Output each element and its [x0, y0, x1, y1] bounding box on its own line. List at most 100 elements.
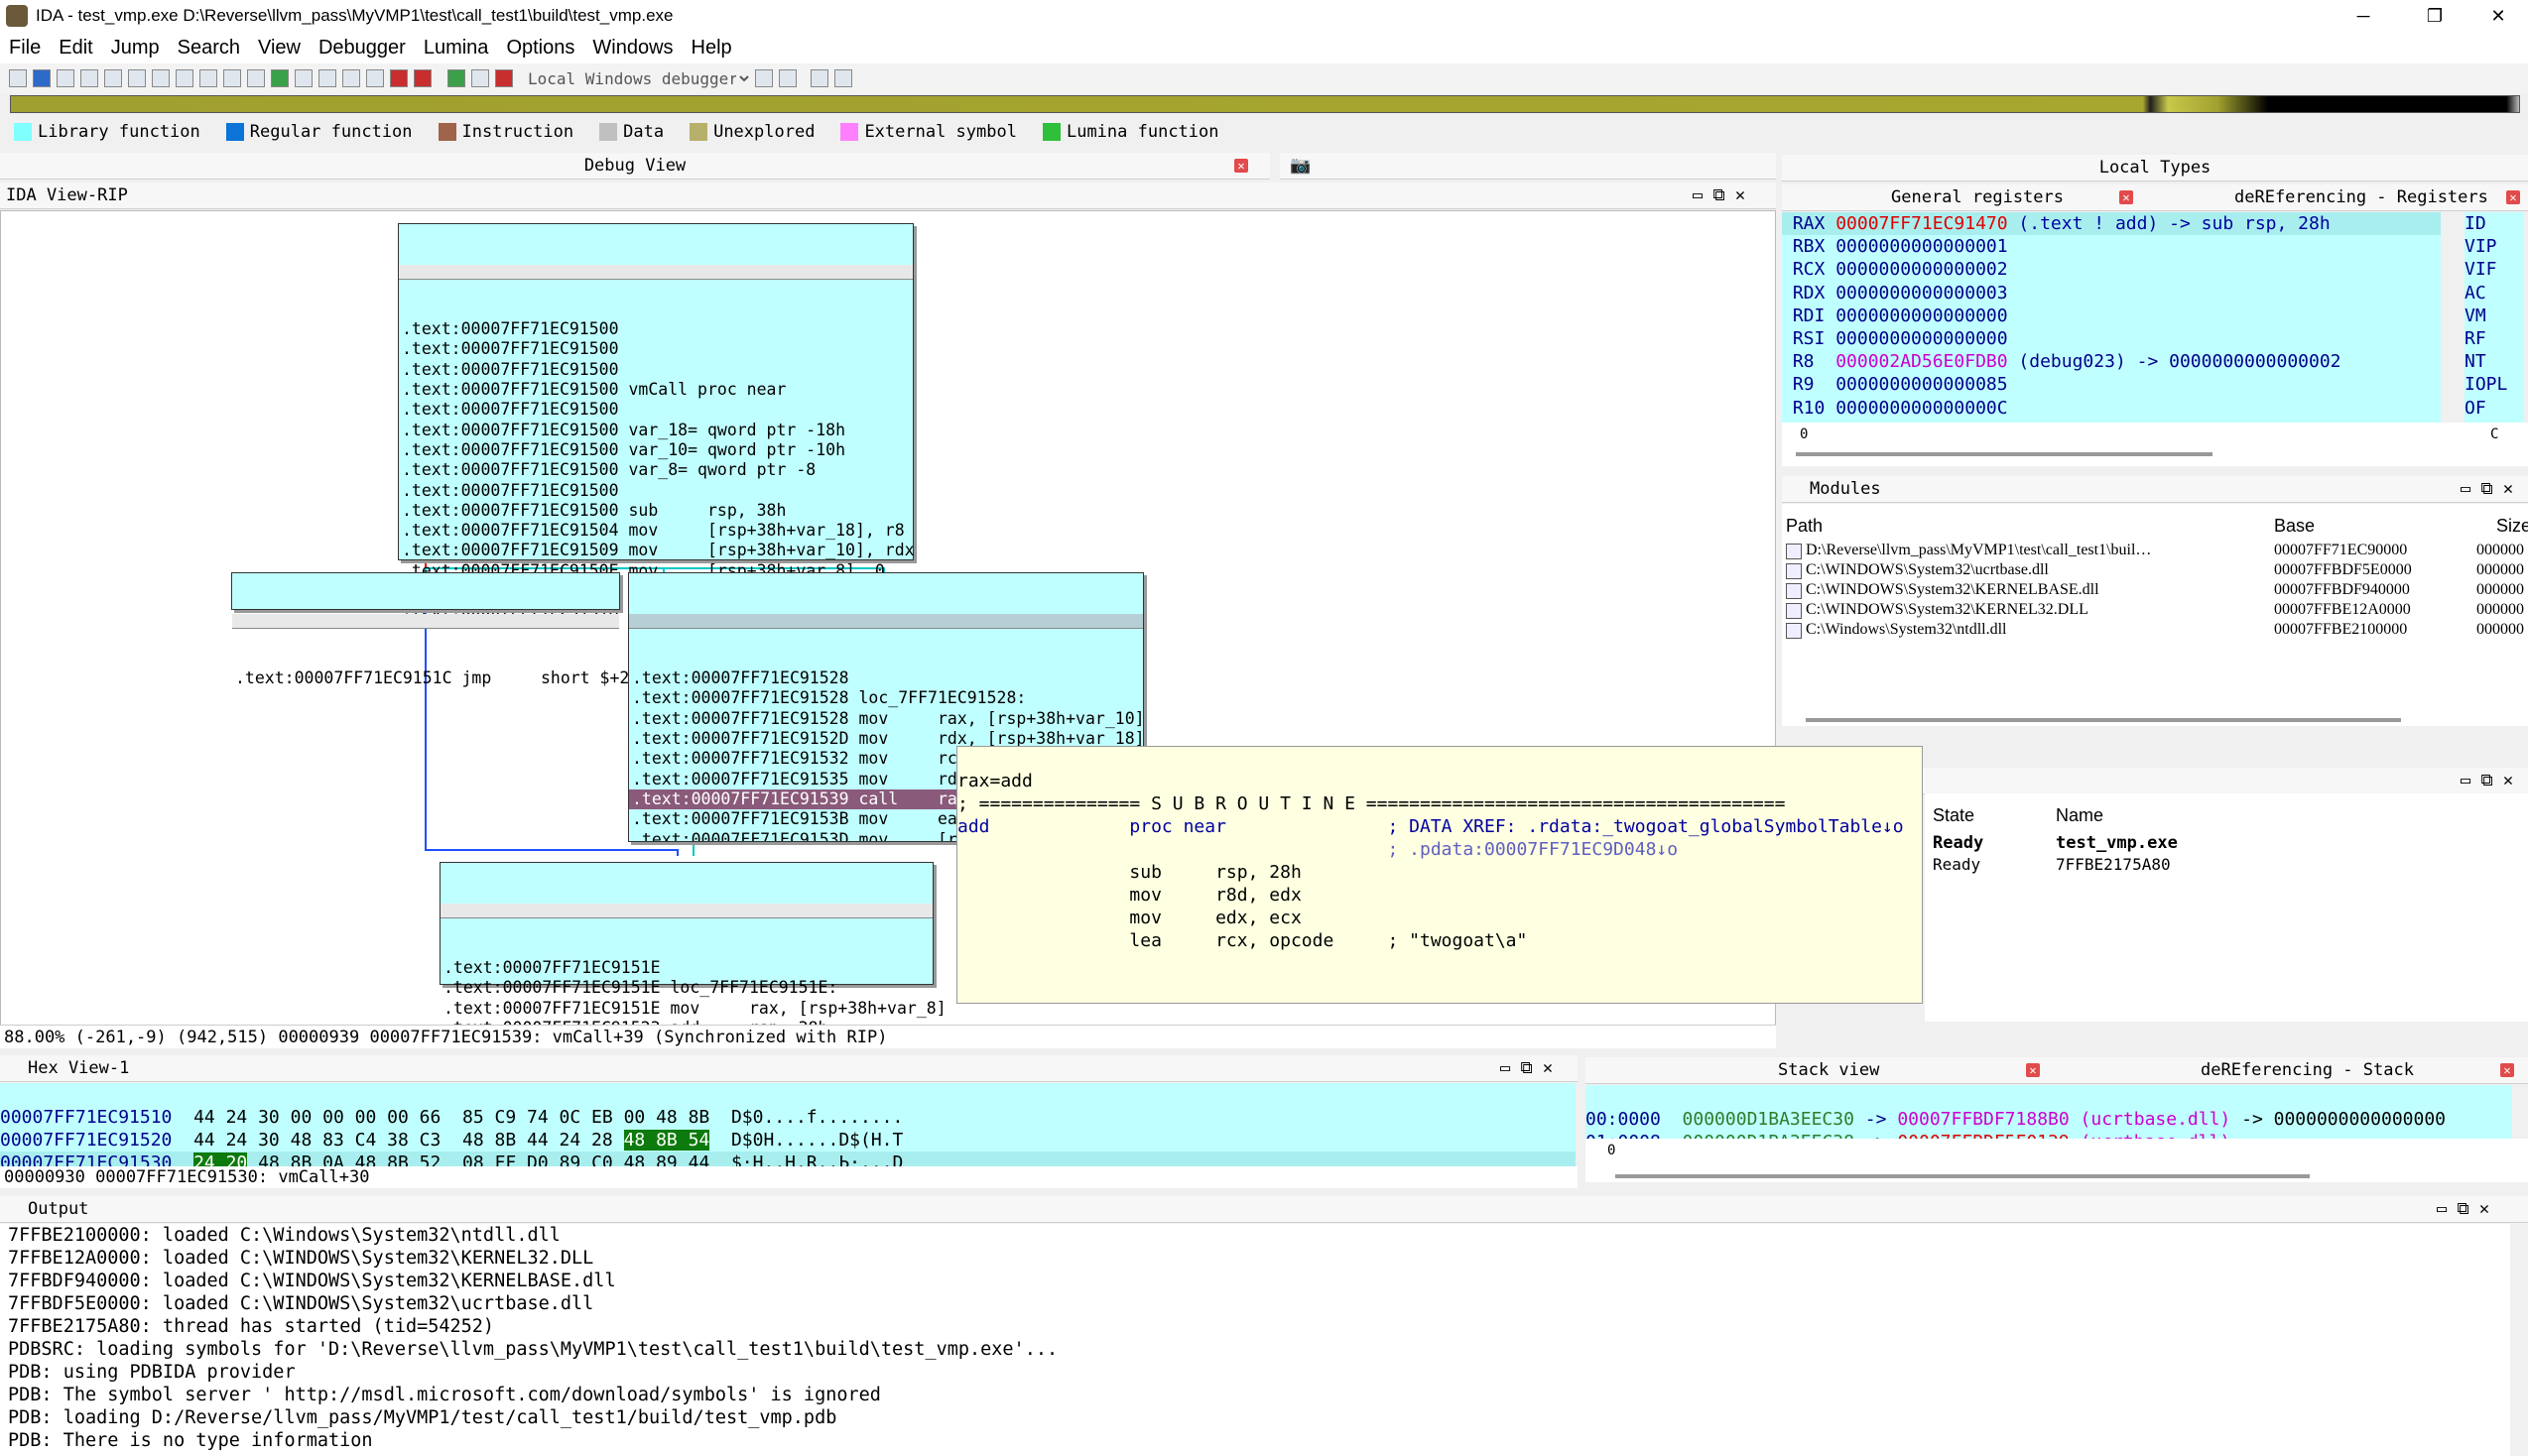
registers-scrollbar[interactable]: 0 C: [1782, 423, 2528, 466]
lumina-icon[interactable]: [271, 69, 289, 87]
col-path[interactable]: Path: [1786, 516, 1823, 537]
jump-icon[interactable]: [199, 69, 217, 87]
disasm-line[interactable]: .text:00007FF71EC91528 mov rax, [rsp+38h…: [629, 709, 1143, 729]
strings-icon[interactable]: [366, 69, 384, 87]
disasm-line[interactable]: .text:00007FF71EC91500: [399, 360, 913, 380]
modules-list[interactable]: Path Base Size D:\Reverse\llvm_pass\MyVM…: [1782, 504, 2528, 726]
search-binary-icon[interactable]: [152, 69, 170, 87]
graph-node-return[interactable]: .text:00007FF71EC9151E .text:00007FF71EC9…: [440, 862, 947, 1027]
search-icon[interactable]: [104, 69, 122, 87]
module-row[interactable]: C:\WINDOWS\System32\KERNEL32.DLL 00007FFB…: [1782, 601, 2528, 621]
menu-search[interactable]: Search: [169, 37, 249, 60]
output-console[interactable]: 7FFBE2100000: loaded C:\Windows\System32…: [0, 1224, 2510, 1456]
register-value[interactable]: 000000000000000C: [1835, 398, 2007, 419]
hex-row[interactable]: 00007FF71EC91520 44 24 30 48 83 C4 38 C3…: [0, 1129, 1576, 1152]
close-stack-view-icon[interactable]: ✕: [2026, 1063, 2040, 1077]
disasm-line[interactable]: .text:00007FF71EC91500: [399, 339, 913, 359]
register-value[interactable]: 00007FF71EC91470: [1835, 213, 2007, 234]
col-base[interactable]: Base: [2274, 516, 2315, 537]
register-row[interactable]: RDX 0000000000000003: [1782, 282, 2441, 304]
debugger-select[interactable]: Local Windows debugger: [524, 67, 752, 89]
tab-output[interactable]: Output ▭ ⧉ ✕: [0, 1196, 2528, 1223]
navigation-band[interactable]: [10, 95, 2520, 113]
stop-icon[interactable]: [495, 69, 513, 87]
module-row[interactable]: C:\WINDOWS\System32\ucrtbase.dll 00007FFB…: [1782, 561, 2528, 581]
hex-view[interactable]: 00007FF71EC91510 44 24 30 00 00 00 00 66…: [0, 1083, 1576, 1172]
menu-edit[interactable]: Edit: [50, 37, 101, 60]
col-name[interactable]: Name: [2056, 805, 2103, 826]
close-registers-icon[interactable]: ✕: [2119, 190, 2133, 204]
names-icon[interactable]: [342, 69, 360, 87]
maximize-button[interactable]: ❐: [2405, 0, 2465, 32]
tab-general-registers[interactable]: General registers: [1891, 184, 2064, 210]
disasm-line[interactable]: .text:00007FF71EC91500: [399, 481, 913, 501]
menu-windows[interactable]: Windows: [583, 37, 682, 60]
disasm-line[interactable]: .text:00007FF71EC91500 var_10= qword ptr…: [399, 440, 913, 460]
close-deref-registers-icon[interactable]: ✕: [2506, 190, 2520, 204]
module-row[interactable]: C:\Windows\System32\ntdll.dll 00007FFBE21…: [1782, 621, 2528, 641]
close-button[interactable]: ✕: [2468, 0, 2528, 32]
minimize-button[interactable]: ─: [2334, 0, 2393, 32]
stack-view[interactable]: 00:0000 000000D1BA3EEC30 -> 00007FFBDF71…: [1585, 1085, 2512, 1153]
disasm-line[interactable]: .text:00007FF71EC91504 mov [rsp+38h+var_…: [399, 521, 913, 541]
stack-scrollbar[interactable]: 0: [1585, 1139, 2528, 1182]
menu-help[interactable]: Help: [683, 37, 741, 60]
register-row[interactable]: RCX 0000000000000002: [1782, 258, 2441, 281]
threads-list[interactable]: State Name Ready test_vmp.exe Ready 7FFB…: [1925, 793, 2528, 1022]
step-into-icon[interactable]: [755, 69, 773, 87]
thread-name[interactable]: 7FFBE2175A80: [2056, 855, 2171, 874]
register-row[interactable]: RSI 0000000000000000: [1782, 327, 2441, 350]
menu-jump[interactable]: Jump: [102, 37, 169, 60]
register-value[interactable]: 0000000000000002: [1835, 259, 2007, 280]
menu-debugger[interactable]: Debugger: [310, 37, 415, 60]
register-row[interactable]: R8 000002AD56E0FDB0 (debug023) -> 000000…: [1782, 350, 2441, 373]
menu-view[interactable]: View: [249, 37, 310, 60]
module-row[interactable]: D:\Reverse\llvm_pass\MyVMP1\test\call_te…: [1782, 542, 2528, 561]
back-icon[interactable]: [57, 69, 74, 87]
register-value[interactable]: 0000000000000085: [1835, 374, 2007, 395]
disasm-line[interactable]: .text:00007FF71EC9151E loc_7FF71EC9151E:: [441, 978, 933, 998]
disasm-line[interactable]: .text:00007FF71EC9151E mov rax, [rsp+38h…: [441, 999, 947, 1019]
col-size[interactable]: Size: [2496, 516, 2528, 537]
tab-deref-registers[interactable]: deREferencing - Registers: [2234, 184, 2488, 210]
functions-icon[interactable]: [318, 69, 336, 87]
disasm-line[interactable]: .text:00007FF71EC91500: [399, 319, 913, 339]
open-icon[interactable]: [9, 69, 27, 87]
register-row[interactable]: RDI 0000000000000000: [1782, 304, 2441, 327]
disasm-line[interactable]: .text:00007FF71EC91500 var_8= qword ptr …: [399, 460, 913, 480]
col-state[interactable]: State: [1933, 805, 1974, 826]
disasm-line[interactable]: .text:00007FF71EC91500 sub rsp, 38h: [399, 501, 913, 521]
tab-ida-view[interactable]: IDA View-RIP ▭ ⧉ ✕: [0, 182, 1776, 209]
tab-stack-view[interactable]: Stack view: [1778, 1057, 1879, 1083]
trace-icon[interactable]: [834, 69, 852, 87]
disasm-line[interactable]: .text:00007FF71EC9151E: [441, 958, 933, 978]
graph-node-jmp[interactable]: .text:00007FF71EC9151C jmp short $+2: [231, 572, 629, 687]
segments-icon[interactable]: [295, 69, 313, 87]
register-row[interactable]: RBX 0000000000000001: [1782, 235, 2441, 258]
thread-name[interactable]: test_vmp.exe: [2056, 833, 2178, 853]
modules-scrollbar[interactable]: [1806, 718, 2401, 722]
tab-hex-view[interactable]: Hex View-1 ▭ ⧉ ✕: [0, 1055, 1578, 1082]
tab-local-types[interactable]: Local Types: [1782, 155, 2528, 182]
save-icon[interactable]: [33, 69, 51, 87]
graph-icon[interactable]: [247, 69, 265, 87]
menu-lumina[interactable]: Lumina: [415, 37, 498, 60]
close-deref-stack-icon[interactable]: ✕: [2500, 1063, 2514, 1077]
step-over-icon[interactable]: [779, 69, 797, 87]
register-value[interactable]: 0000000000000000: [1835, 305, 2007, 326]
disasm-line[interactable]: .text:00007FF71EC91528 loc_7FF71EC91528:: [629, 688, 1143, 708]
breakpoint-delete-icon[interactable]: [414, 69, 432, 87]
register-row[interactable]: R10 000000000000000C: [1782, 397, 2441, 420]
register-row[interactable]: R9 0000000000000085: [1782, 373, 2441, 396]
tab-modules[interactable]: Modules ▭ ⧉ ✕: [1782, 476, 2528, 503]
register-value[interactable]: 0000000000000003: [1835, 283, 2007, 303]
tab-pin[interactable]: 📷: [1280, 153, 1776, 180]
disasm-line[interactable]: .text:00007FF71EC91528: [629, 668, 1143, 688]
register-row[interactable]: RAX 00007FF71EC91470 (.text ! add) -> su…: [1782, 212, 2441, 236]
forward-icon[interactable]: [80, 69, 98, 87]
menu-file[interactable]: File: [0, 37, 50, 60]
menu-options[interactable]: Options: [497, 37, 583, 60]
pause-icon[interactable]: [471, 69, 489, 87]
stack-row[interactable]: 00:0000 000000D1BA3EEC30 -> 00007FFBDF71…: [1585, 1108, 2512, 1131]
disasm-line[interactable]: .text:00007FF71EC91509 mov [rsp+38h+var_…: [399, 541, 915, 560]
